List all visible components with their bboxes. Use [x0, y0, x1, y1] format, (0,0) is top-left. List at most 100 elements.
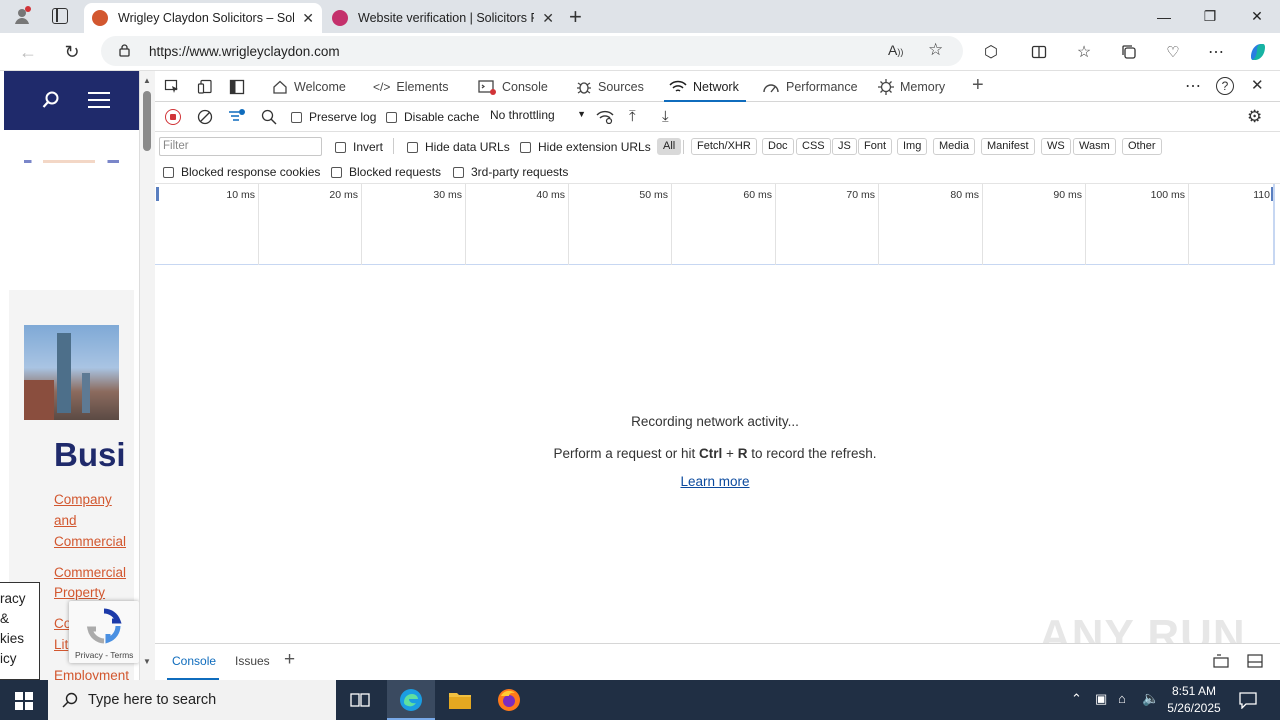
- scroll-down-icon[interactable]: ▼: [143, 657, 151, 666]
- network-overview-timeline[interactable]: 10 ms 20 ms 30 ms 40 ms 50 ms 60 ms 70 m…: [155, 184, 1275, 265]
- minimize-button[interactable]: —: [1141, 0, 1187, 33]
- start-windows-icon[interactable]: [15, 692, 33, 710]
- clear-icon[interactable]: [197, 109, 213, 125]
- close-devtools-icon[interactable]: ✕: [1251, 76, 1264, 94]
- read-aloud-icon[interactable]: A)): [888, 42, 903, 58]
- notifications-icon[interactable]: [1239, 691, 1257, 709]
- invert-checkbox[interactable]: Invert: [335, 140, 383, 154]
- tab-sources[interactable]: Sources: [576, 71, 644, 102]
- back-icon[interactable]: ←: [16, 40, 40, 64]
- throttling-select[interactable]: No throttling ▼: [490, 108, 586, 122]
- close-tab-icon[interactable]: ✕: [542, 10, 554, 27]
- tab-actions-icon[interactable]: [52, 8, 68, 24]
- tab-memory[interactable]: Memory: [878, 71, 945, 102]
- link-commercial-2[interactable]: Commercial: [54, 562, 126, 583]
- preserve-log-checkbox[interactable]: Preserve log: [291, 110, 376, 124]
- link-company[interactable]: Company: [54, 489, 112, 510]
- dock-side-icon[interactable]: [229, 79, 245, 95]
- extensions-icon[interactable]: ⬡: [979, 40, 1003, 64]
- browser-tab-active[interactable]: Wrigley Claydon Solicitors – Solic ✕: [84, 3, 322, 33]
- tab-console[interactable]: Console: [478, 71, 548, 102]
- network-conditions-icon[interactable]: [596, 110, 614, 124]
- device-emulation-icon[interactable]: [197, 79, 213, 95]
- blocked-requests-checkbox[interactable]: Blocked requests: [331, 165, 441, 179]
- link-commercial[interactable]: Commercial: [54, 531, 126, 552]
- type-filter-css[interactable]: CSS: [796, 138, 831, 155]
- add-drawer-tab-icon[interactable]: +: [284, 649, 295, 671]
- recaptcha-terms[interactable]: Privacy - Terms: [75, 650, 133, 660]
- blocked-response-cookies-checkbox[interactable]: Blocked response cookies: [163, 165, 320, 179]
- taskbar-search[interactable]: Type here to search: [48, 680, 336, 720]
- type-filter-img[interactable]: Img: [897, 138, 928, 155]
- close-tab-icon[interactable]: ✕: [302, 10, 314, 27]
- link-employment[interactable]: Employment: [54, 665, 129, 680]
- learn-more-link[interactable]: Learn more: [680, 474, 749, 489]
- type-filter-doc[interactable]: Doc: [762, 138, 794, 155]
- filter-input[interactable]: Filter: [159, 137, 322, 156]
- favorite-star-icon[interactable]: ☆: [928, 40, 943, 60]
- help-icon[interactable]: ?: [1216, 77, 1234, 95]
- refresh-icon[interactable]: ↻: [60, 40, 84, 64]
- edge-taskbar-icon[interactable]: [387, 680, 435, 720]
- recaptcha-badge[interactable]: Privacy - Terms: [69, 601, 139, 663]
- filter-toggle-icon[interactable]: [228, 108, 246, 124]
- type-filter-ws[interactable]: WS: [1041, 138, 1071, 155]
- inspect-element-icon[interactable]: [164, 79, 180, 95]
- favorites-icon[interactable]: ☆: [1072, 40, 1096, 64]
- performance-heart-icon[interactable]: ♡: [1161, 40, 1185, 64]
- type-filter-other[interactable]: Other: [1122, 138, 1162, 155]
- type-filter-fetch[interactable]: Fetch/XHR: [691, 138, 757, 155]
- firefox-icon[interactable]: [497, 688, 521, 712]
- clock-date[interactable]: 5/26/2025: [1166, 701, 1222, 715]
- third-party-requests-checkbox[interactable]: 3rd-party requests: [453, 165, 568, 179]
- devtools-more-icon[interactable]: ⋯: [1185, 76, 1201, 96]
- type-filter-js[interactable]: JS: [832, 138, 857, 155]
- volume-icon[interactable]: 🔈: [1142, 690, 1159, 707]
- tab-network[interactable]: Network: [664, 71, 746, 102]
- tab-elements[interactable]: </> Elements: [373, 71, 448, 102]
- task-view-icon[interactable]: [350, 691, 370, 709]
- search-icon[interactable]: [261, 109, 277, 125]
- show-hidden-icons[interactable]: ⌃: [1071, 691, 1082, 707]
- hide-data-urls-checkbox[interactable]: Hide data URLs: [407, 140, 510, 154]
- tab-welcome[interactable]: Welcome: [272, 71, 346, 102]
- type-filter-all[interactable]: All: [657, 138, 682, 155]
- export-har-icon[interactable]: ⤓: [662, 108, 669, 125]
- tab-performance[interactable]: Performance: [762, 71, 858, 102]
- type-filter-wasm[interactable]: Wasm: [1073, 138, 1116, 155]
- disable-cache-checkbox[interactable]: Disable cache: [386, 110, 479, 124]
- clock-time[interactable]: 8:51 AM: [1166, 684, 1222, 698]
- drawer-tab-issues[interactable]: Issues: [235, 654, 270, 668]
- record-stop-icon[interactable]: [165, 109, 181, 125]
- hide-extension-urls-checkbox[interactable]: Hide extension URLs: [520, 140, 651, 154]
- drawer-layout-icon[interactable]: [1247, 654, 1263, 668]
- network-settings-icon[interactable]: ⚙: [1247, 107, 1262, 127]
- collections-icon[interactable]: [1117, 40, 1141, 64]
- close-window-button[interactable]: ✕: [1234, 0, 1280, 33]
- link-lit[interactable]: Lit: [54, 634, 68, 655]
- browser-tab[interactable]: Website verification | Solicitors Re ✕: [324, 3, 562, 33]
- more-menu-icon[interactable]: ⋯: [1204, 40, 1228, 64]
- import-har-icon[interactable]: ⤒: [629, 108, 636, 125]
- copilot-icon[interactable]: [1246, 40, 1270, 64]
- type-filter-media[interactable]: Media: [933, 138, 975, 155]
- add-tool-icon[interactable]: +: [972, 74, 984, 97]
- page-scrollbar[interactable]: ▲ ▼: [139, 71, 155, 680]
- type-filter-manifest[interactable]: Manifest: [981, 138, 1035, 155]
- link-property[interactable]: Property: [54, 582, 105, 603]
- scrollbar-thumb[interactable]: [143, 91, 151, 151]
- split-screen-icon[interactable]: [1027, 40, 1051, 64]
- hamburger-menu-icon[interactable]: [88, 92, 110, 108]
- wifi-tray-icon[interactable]: ⌂: [1118, 691, 1126, 706]
- scroll-up-icon[interactable]: ▲: [143, 76, 151, 85]
- link-and[interactable]: and: [54, 510, 77, 531]
- profile-icon[interactable]: [12, 6, 32, 26]
- address-bar[interactable]: https://www.wrigleyclaydon.com A)) ☆: [101, 36, 963, 66]
- network-tray-icon[interactable]: ▣: [1095, 691, 1107, 707]
- type-filter-font[interactable]: Font: [858, 138, 893, 155]
- drawer-tab-console[interactable]: Console: [172, 654, 216, 668]
- file-explorer-icon[interactable]: [448, 690, 472, 710]
- restore-button[interactable]: ❐: [1187, 0, 1233, 33]
- search-icon[interactable]: [42, 91, 60, 109]
- dock-drawer-icon[interactable]: [1213, 654, 1229, 668]
